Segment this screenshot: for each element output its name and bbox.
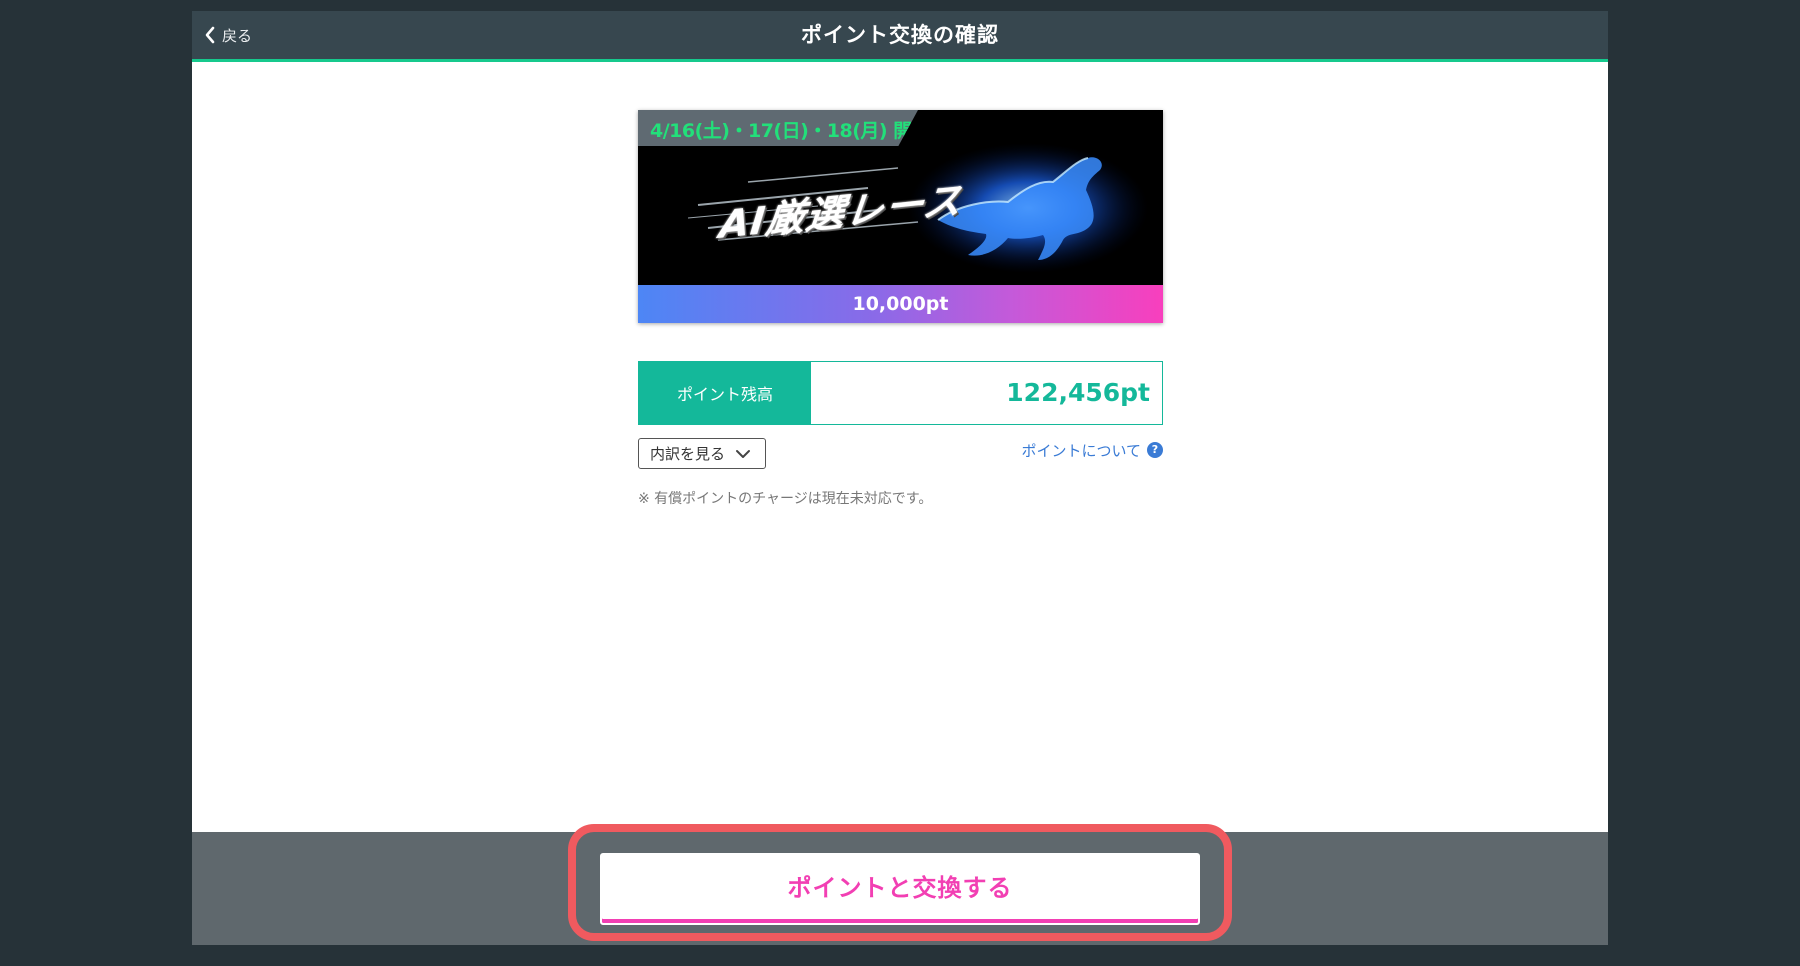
balance-label: ポイント残高 xyxy=(639,362,811,424)
help-icon: ? xyxy=(1147,442,1163,458)
banner-artwork: 4/16(土)・17(日)・18(月) 開催 AI厳選レース xyxy=(638,110,1163,285)
page-title: ポイント交換の確認 xyxy=(801,23,999,47)
header-bar: 戻る ポイント交換の確認 xyxy=(192,11,1608,62)
price-bar: 10,000pt xyxy=(638,285,1163,323)
paid-points-note: ※ 有償ポイントのチャージは現在未対応です。 xyxy=(638,491,933,507)
breakdown-label: 内訳を見る xyxy=(650,445,726,463)
event-banner: 4/16(土)・17(日)・18(月) 開催 AI厳選レース 10,000pt xyxy=(638,110,1163,323)
about-points-label: ポイントについて xyxy=(1021,441,1141,460)
chevron-down-icon xyxy=(735,449,751,459)
balance-value: 122,456pt xyxy=(1006,378,1150,407)
date-strip: 4/16(土)・17(日)・18(月) 開催 xyxy=(638,110,918,146)
point-balance: ポイント残高 122,456pt xyxy=(638,361,1163,425)
about-points-link[interactable]: ポイントについて ? xyxy=(1021,438,1163,462)
footer-bar: ポイントと交換する xyxy=(192,824,1608,945)
app-window: 戻る ポイント交換の確認 4/16(土)・17(日)・18(月) 開催 AI厳選… xyxy=(192,11,1608,945)
view-breakdown-button[interactable]: 内訳を見る xyxy=(638,438,766,469)
event-date: 4/16(土)・17(日)・18(月) 開催 xyxy=(650,120,931,142)
exchange-points-button[interactable]: ポイントと交換する xyxy=(600,853,1200,925)
